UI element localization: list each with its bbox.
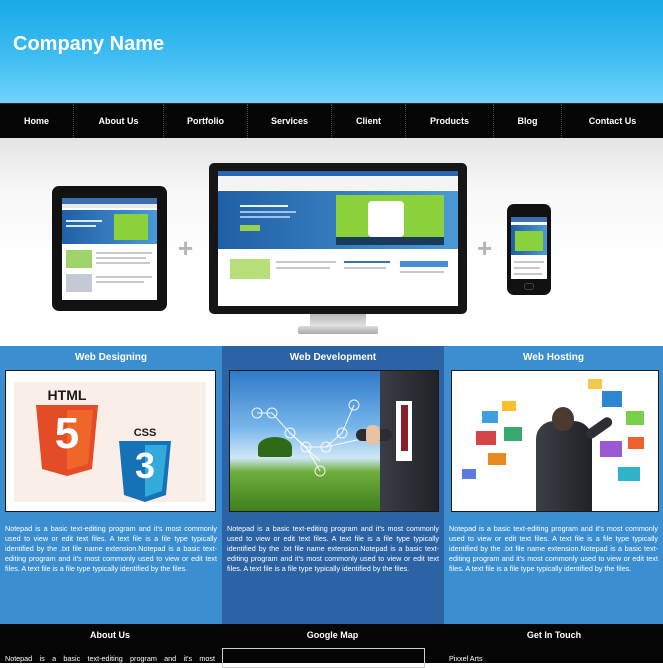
google-map-embed[interactable] [222,648,425,668]
footer-google-map: Google Map [220,624,445,668]
service-description: Notepad is a basic text-editing program … [5,524,217,573]
service-description: Notepad is a basic text-editing program … [227,524,439,573]
service-web-designing: Web Designing HTML 5 CSS 3 Notepad is a … [0,346,222,624]
nav-item-products[interactable]: Products [406,104,494,138]
desktop-monitor-image [209,163,467,314]
footer: About Us Notepad is a basic text-editing… [0,624,663,668]
tablet-device-image [52,186,167,311]
nav-item-home[interactable]: Home [0,104,74,138]
hero-banner: + + [0,138,663,346]
nav-item-client[interactable]: Client [332,104,406,138]
service-title: Web Designing [74,352,148,363]
monitor-base [298,326,378,334]
nav-item-services[interactable]: Services [248,104,332,138]
main-nav: Home About Us Portfolio Services Client … [0,103,663,138]
html5-logo: HTML 5 [32,387,102,477]
footer-contact: Get In Touch Pixxel Arts [445,624,663,663]
nav-item-about-us[interactable]: About Us [74,104,164,138]
nav-item-contact-us[interactable]: Contact Us [562,104,663,138]
footer-about-title: About Us [90,630,130,640]
services-section: Web Designing HTML 5 CSS 3 Notepad is a … [0,346,663,624]
nav-item-blog[interactable]: Blog [494,104,562,138]
company-name-logo[interactable]: Company Name [13,33,164,56]
css3-logo: CSS 3 [116,427,174,503]
service-description: Notepad is a basic text-editing program … [449,524,658,573]
plus-icon: + [477,233,493,263]
footer-about: About Us Notepad is a basic text-editing… [0,624,220,663]
plus-icon: + [178,233,194,263]
footer-about-text: Notepad is a basic text-editing program … [5,654,215,663]
web-hosting-image [451,370,659,512]
web-development-image [229,370,439,512]
service-title: Web Development [289,352,377,363]
footer-map-title: Google Map [306,630,359,640]
service-title: Web Hosting [523,352,584,363]
smartphone-image [507,204,551,295]
footer-contact-text: Pixxel Arts [449,654,483,663]
service-web-hosting: Web Hosting Notepad is a basic text-edit… [444,346,663,624]
header: Company Name [0,0,663,103]
nav-item-portfolio[interactable]: Portfolio [164,104,248,138]
footer-contact-title: Get In Touch [526,630,582,640]
service-web-development: Web Development Notepad is a basic text-… [222,346,444,624]
html5-css3-image: HTML 5 CSS 3 [5,370,216,512]
